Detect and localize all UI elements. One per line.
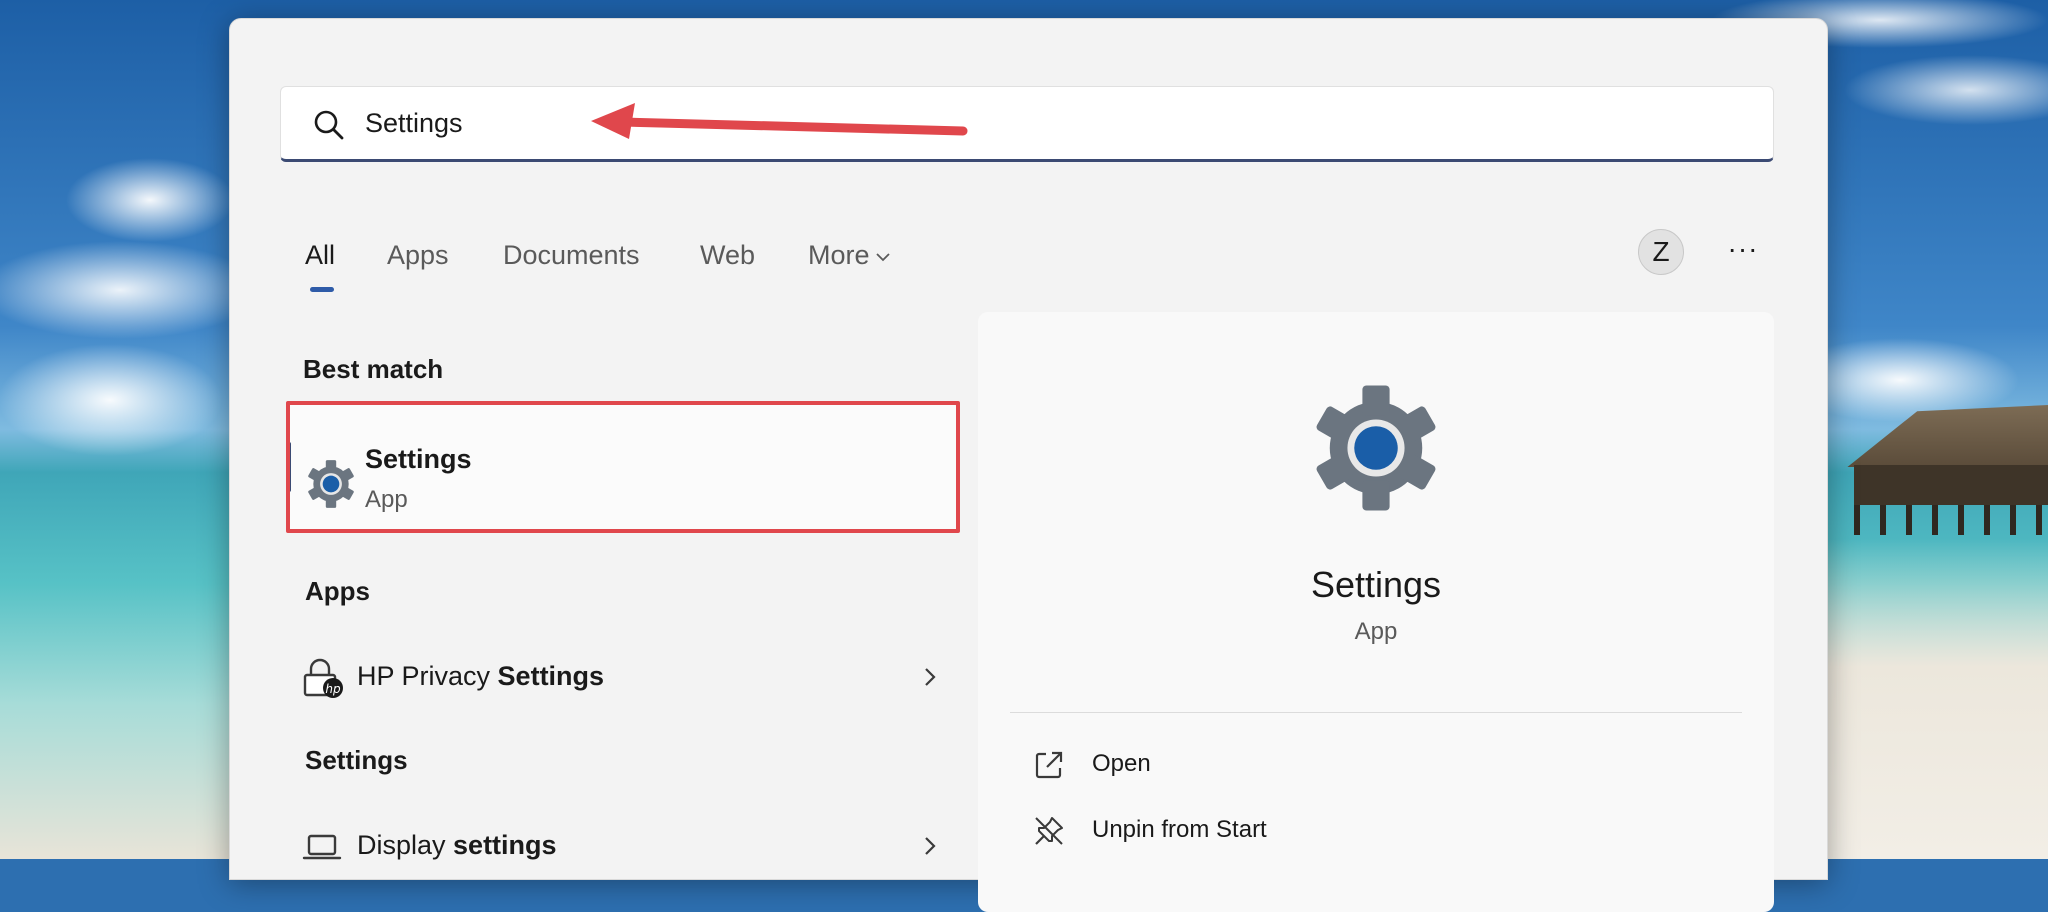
apps-heading: Apps bbox=[305, 576, 370, 606]
wallpaper-hut bbox=[1830, 405, 2048, 535]
user-avatar[interactable]: Z bbox=[1638, 229, 1684, 275]
tab-more[interactable]: More bbox=[808, 237, 892, 273]
preview-app-name: Settings bbox=[1310, 564, 1442, 605]
unpin-action-label: Unpin from Start bbox=[1092, 816, 1267, 843]
display-laptop-icon bbox=[302, 834, 342, 860]
tab-all[interactable]: All bbox=[305, 237, 335, 273]
svg-text:hp: hp bbox=[325, 682, 341, 696]
preview-pane: Settings App Open Unpin from Start bbox=[978, 312, 1774, 912]
best-match-item[interactable]: Settings App bbox=[287, 404, 957, 533]
settings-heading: Settings bbox=[305, 745, 408, 775]
search-box[interactable]: Settings bbox=[280, 86, 1774, 162]
tab-more-label: More bbox=[808, 240, 870, 270]
more-options-button[interactable]: ··· bbox=[1718, 227, 1768, 277]
annotation-arrow bbox=[591, 103, 968, 139]
tab-web[interactable]: Web bbox=[700, 237, 755, 273]
preview-app-type: App bbox=[1354, 618, 1398, 645]
chevron-right-icon[interactable] bbox=[920, 665, 940, 689]
open-action-label: Open bbox=[1092, 750, 1151, 777]
settings-gear-icon bbox=[1316, 385, 1436, 511]
best-match-heading: Best match bbox=[303, 354, 444, 384]
divider bbox=[1010, 712, 1742, 713]
list-item-display-settings[interactable]: Display settings bbox=[300, 814, 940, 874]
tab-documents[interactable]: Documents bbox=[503, 237, 640, 273]
best-match-subtitle: App bbox=[365, 486, 408, 513]
list-item-label: HP Privacy Settings bbox=[357, 661, 605, 691]
chevron-right-icon[interactable] bbox=[920, 834, 940, 858]
open-external-icon bbox=[1035, 751, 1063, 779]
selection-accent bbox=[287, 442, 291, 492]
tab-apps[interactable]: Apps bbox=[387, 237, 449, 273]
chevron-down-icon bbox=[875, 253, 890, 262]
unpin-icon bbox=[1035, 817, 1063, 845]
active-tab-indicator bbox=[310, 287, 334, 292]
list-item-label: Display settings bbox=[357, 830, 557, 860]
settings-gear-icon bbox=[308, 460, 354, 508]
search-icon bbox=[314, 110, 344, 140]
start-search-panel: Settings All Apps Documents Web More Z ·… bbox=[229, 18, 1828, 912]
best-match-title: Settings bbox=[365, 444, 472, 474]
search-input[interactable]: Settings bbox=[365, 105, 463, 141]
list-item-hp-privacy-settings[interactable]: hp HP Privacy Settings bbox=[300, 645, 940, 705]
hp-privacy-lock-icon: hp bbox=[303, 658, 343, 698]
